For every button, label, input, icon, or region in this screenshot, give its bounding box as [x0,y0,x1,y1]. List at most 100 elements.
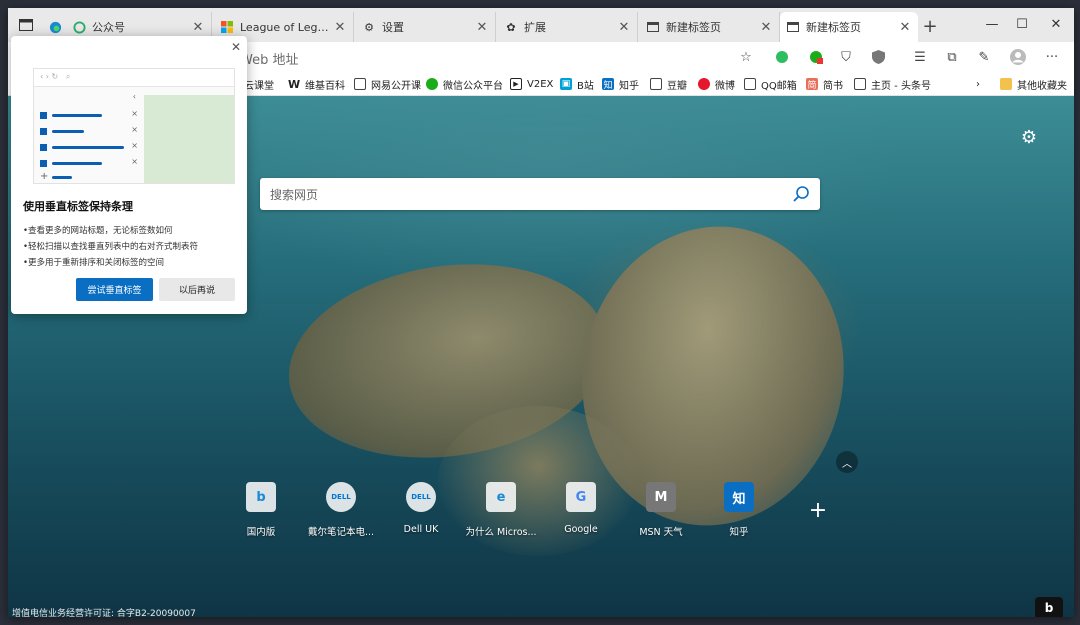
search-icon[interactable] [792,185,810,203]
bookmark-item[interactable]: 豆瓣 [650,76,687,92]
close-window-button[interactable]: ✕ [1046,14,1066,34]
tab-newtab-active[interactable]: 新建标签页 ✕ [780,12,918,42]
bookmark-item[interactable]: 简简书 [806,76,843,92]
tab-label: 公众号 [92,21,125,34]
illustration-toolbar: ‹ › ↻ ⌕ [34,69,234,87]
jianshu-icon: 简 [806,78,818,91]
vertical-tabs-promo-popup: ✕ ‹ › ↻ ⌕ ‹ × × × × + 使用垂直标签保持条理 •查看更多的网… [11,36,247,314]
bookmark-item[interactable]: 微博 [698,76,735,92]
bookmark-label: 网易公开课 [371,80,421,92]
tab-label: 新建标签页 [806,21,861,34]
quick-link-tile[interactable]: M MSN 天气 [621,482,701,538]
edge-icon [48,20,62,34]
search-box[interactable]: 搜索网页 [260,178,820,210]
tab-label: 设置 [382,21,404,34]
dell-icon: DELL [406,482,436,512]
page-icon [650,78,662,90]
bookmark-item[interactable]: QQ邮箱 [744,76,797,92]
wechat-icon [72,20,86,34]
popup-title: 使用垂直标签保持条理 [23,200,133,213]
maximize-button[interactable]: ☐ [1012,14,1032,34]
quick-link-tile[interactable]: G Google [541,482,621,535]
minimize-button[interactable]: — [982,14,1002,34]
feedback-icon[interactable]: ✎ [974,47,994,67]
illustration-row: × [40,109,138,121]
quick-link-tile[interactable]: b 国内版 [221,482,301,538]
wechat-icon [426,78,438,90]
bookmark-label: 维基百科 [305,80,345,92]
bookmark-item[interactable]: ▶ V2EX [510,76,553,92]
bookmark-label: 云课堂 [244,80,274,92]
illustration-row: × [40,125,138,137]
bing-logo-button[interactable]: b [1035,597,1063,617]
v2ex-icon: ▶ [510,78,522,90]
quick-link-tile[interactable]: e 为什么 Micros... [461,482,541,538]
shield-extension-icon[interactable]: ⛉ [836,47,856,67]
bookmark-item[interactable]: W 维基百科 [288,76,345,92]
profile-avatar[interactable] [1008,47,1028,67]
bookmark-item[interactable]: 云课堂 [244,76,274,92]
quick-link-tile[interactable]: DELL 戴尔笔记本电... [301,482,381,538]
extension-badge-icon[interactable] [806,47,826,67]
bookmarks-overflow-chevron-icon[interactable]: › [976,76,980,92]
wikipedia-icon: W [287,77,301,91]
popup-bullet: •更多用于重新排序和关闭标签的空间 [23,258,165,268]
illustration-row: + [40,171,138,183]
close-icon[interactable]: ✕ [231,40,241,54]
ublock-icon[interactable] [868,47,888,67]
close-tab-icon[interactable]: ✕ [617,20,631,35]
quick-link-tile[interactable]: DELL Dell UK [381,482,461,535]
evernote-extension-icon[interactable] [772,47,792,67]
bookmark-label: B站 [577,80,594,92]
popup-bullet: •查看更多的网站标题，无论标签数如何 [23,226,173,236]
close-tab-icon[interactable]: ✕ [333,20,347,35]
new-tab-button[interactable]: + [920,16,940,37]
illustration-row: × [40,157,138,169]
vertical-tabs-toggle[interactable] [14,14,38,36]
address-bar[interactable]: Web 地址 [240,49,298,68]
favorites-list-icon[interactable]: ☰ [910,47,930,67]
collections-icon[interactable]: ⧉ [942,47,962,67]
bookmark-item[interactable]: 微信公众平台 [426,76,503,92]
more-menu-icon[interactable]: ··· [1042,47,1062,67]
close-tab-icon[interactable]: ✕ [759,20,773,35]
close-tab-icon[interactable]: ✕ [475,20,489,35]
zhihu-icon: 知 [724,482,754,512]
edge-icon: e [486,482,516,512]
collapse-chevron-up-icon[interactable]: ︿ [836,451,858,473]
puzzle-icon: ✿ [506,20,516,34]
newtab-icon [646,20,660,34]
bookmark-item[interactable]: 知知乎 [602,76,639,92]
weibo-icon [698,78,710,90]
google-icon: G [566,482,596,512]
tab-settings[interactable]: ⚙ 设置 ✕ [356,12,496,42]
tab-newtab[interactable]: 新建标签页 ✕ [640,12,780,42]
illustration-row: ‹ [132,92,136,101]
vertical-tabs-illustration: ‹ › ↻ ⌕ ‹ × × × × + [33,68,235,184]
close-tab-icon[interactable]: ✕ [191,20,205,35]
later-button[interactable]: 以后再说 [159,278,235,301]
favorite-star-icon[interactable]: ☆ [736,47,756,67]
bookmark-label: 简书 [823,80,843,92]
tab-label: League of Legends New [240,20,333,34]
tile-label: 国内版 [246,527,276,538]
bookmark-item[interactable]: ▣ B站 [560,76,594,92]
bookmark-label: QQ邮箱 [761,80,797,92]
page-icon [354,78,366,90]
quick-link-tile[interactable]: 知 知乎 [699,482,779,538]
page-settings-gear-icon[interactable]: ⚙ [1018,126,1040,148]
bookmark-label: 微博 [715,80,735,92]
close-tab-icon[interactable]: ✕ [898,20,912,35]
bookmark-item[interactable]: 主页 - 头条号 [854,76,931,92]
add-quick-link-button[interactable]: + [808,498,828,523]
tab-label: 扩展 [524,21,546,34]
tile-label: 为什么 Micros... [465,527,537,538]
tab-extensions[interactable]: ✿ 扩展 ✕ [498,12,638,42]
bookmark-item[interactable]: 网易公开课 [354,76,421,92]
try-vertical-tabs-button[interactable]: 尝试垂直标签 [76,278,153,301]
popup-bullet: •轻松扫描以查找垂直列表中的右对齐式制表符 [23,242,199,252]
dell-icon: DELL [326,482,356,512]
gear-icon: ⚙ [364,20,374,34]
other-bookmarks-folder[interactable]: 其他收藏夹 [1000,76,1067,92]
search-input[interactable]: 搜索网页 [270,186,792,203]
